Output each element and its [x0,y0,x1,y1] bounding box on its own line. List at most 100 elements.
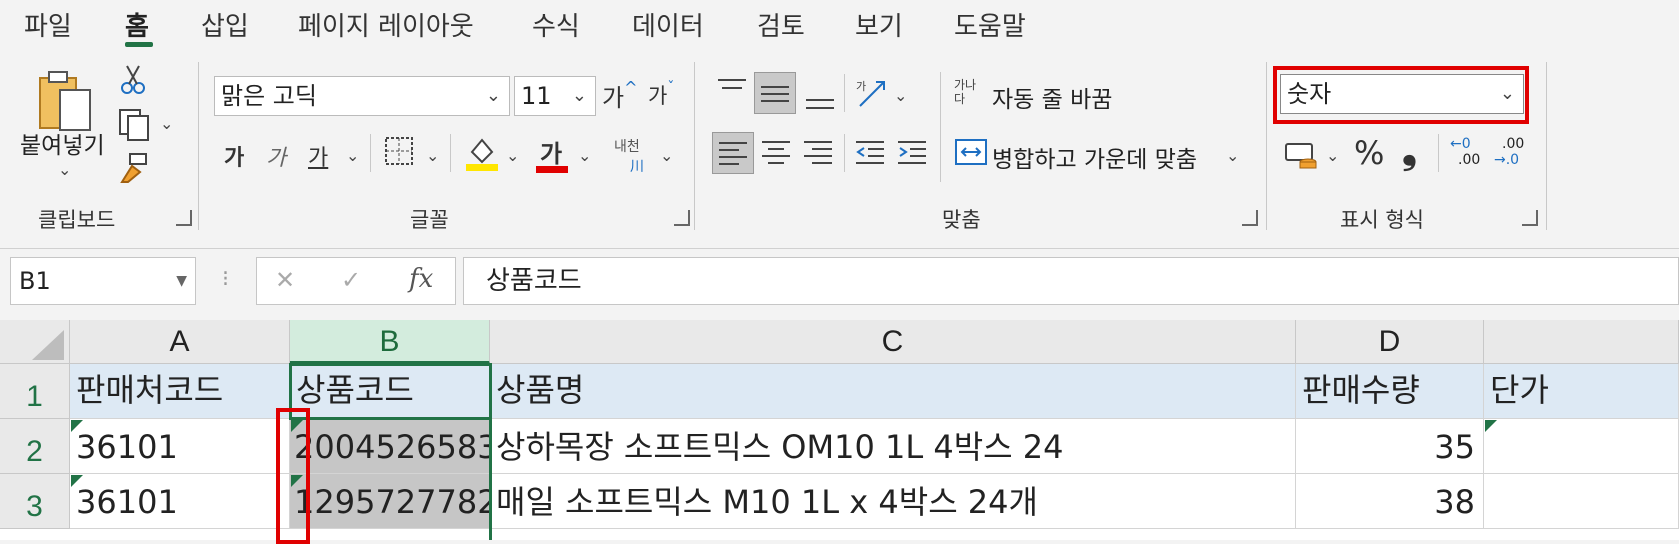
cell-b2[interactable]: 2004526583 [290,419,490,474]
column-header-e[interactable] [1484,320,1679,364]
worksheet-grid: A B C D 1 판매처코드 상품코드 상품명 판매수량 단가 2 36101… [0,320,1679,544]
cell-c3[interactable]: 매일 소프트믹스 M10 1L x 4박스 24개 [490,474,1296,529]
group-separator [198,62,199,230]
font-color-swatch [536,166,568,173]
borders-icon[interactable] [384,136,416,168]
wrap-text-button[interactable]: 자동 줄 바꿈 [992,80,1112,114]
error-indicator-icon[interactable] [71,475,83,487]
tab-page-layout[interactable]: 페이지 레이아웃 [298,6,474,43]
phonetic-dropdown-chevron[interactable]: ⌄ [660,146,673,165]
row-header-3[interactable]: 3 [0,474,70,529]
copy-dropdown-chevron[interactable]: ⌄ [160,114,173,133]
select-all-triangle-icon [32,330,64,360]
align-top-icon[interactable] [716,76,748,106]
increase-indent-icon[interactable] [896,136,928,170]
copy-icon[interactable] [118,108,152,142]
cancel-icon[interactable]: ✕ [275,266,295,294]
cell-e1[interactable]: 단가 [1484,364,1679,419]
borders-dropdown-chevron[interactable]: ⌄ [426,146,439,165]
font-launcher-icon[interactable] [674,210,690,226]
tab-formulas[interactable]: 수식 [532,6,580,43]
name-box[interactable]: B1 ▼ [10,257,196,305]
enter-icon[interactable]: ✓ [341,266,361,294]
font-color-button[interactable]: 가 [540,134,562,169]
merge-center-icon[interactable] [954,136,988,168]
tab-file[interactable]: 파일 [24,6,72,43]
accounting-format-icon[interactable] [1284,138,1320,172]
column-header-b[interactable]: B [290,320,490,364]
orientation-dropdown-chevron[interactable]: ⌄ [894,86,907,105]
font-size-value: 11 [521,82,552,110]
phonetic-guide-button[interactable]: 내천 川 [614,136,654,175]
cut-icon[interactable] [118,64,148,96]
chevron-down-icon: ⌄ [571,85,587,106]
divider [844,134,845,172]
merge-center-button[interactable]: 병합하고 가운데 맞춤 [992,140,1197,174]
tab-home[interactable]: 홈 [125,6,149,43]
paste-label: 붙여넣기 [20,133,105,159]
column-header-c[interactable]: C [490,320,1296,364]
cell-e2[interactable] [1484,419,1679,474]
font-name-value: 맑은 고딕 [221,82,317,110]
paste-dropdown-chevron[interactable]: ⌄ [58,160,71,179]
row-header-1[interactable]: 1 [0,364,70,419]
tab-help[interactable]: 도움말 [954,6,1026,43]
align-left-button[interactable] [712,132,754,174]
comma-style-button[interactable]: ❟ [1402,128,1417,173]
wrap-icon-bottom: 다 [954,92,966,106]
select-all-button[interactable] [0,320,70,364]
italic-button[interactable]: 가 [266,140,286,172]
cell-a3[interactable]: 36101 [70,474,290,529]
clipboard-launcher-icon[interactable] [176,210,192,226]
divider [450,134,451,172]
underline-dropdown-chevron[interactable]: ⌄ [346,146,359,165]
align-center-icon[interactable] [760,136,792,170]
row-header-2[interactable]: 2 [0,419,70,474]
align-middle-button[interactable] [754,72,796,114]
merge-dropdown-chevron[interactable]: ⌄ [1226,146,1239,165]
column-header-d[interactable]: D [1296,320,1484,364]
cell-e3[interactable] [1484,474,1679,529]
insert-function-icon[interactable]: fx [409,264,433,294]
font-name-combo[interactable]: 맑은 고딕 ⌄ [214,76,510,116]
tab-data[interactable]: 데이터 [632,6,704,43]
tab-review[interactable]: 검토 [757,6,805,43]
increase-decimal-button[interactable]: ←0 .00 [1450,136,1486,170]
bold-button[interactable]: 가 [224,140,244,172]
decrease-decimal-button[interactable]: .00 →.0 [1494,136,1534,170]
format-painter-icon[interactable] [118,152,152,184]
formula-input[interactable]: 상품코드 [463,257,1679,305]
accounting-dropdown-chevron[interactable]: ⌄ [1326,146,1339,165]
selection-edge [489,418,492,540]
cell-a1[interactable]: 판매처코드 [70,364,290,419]
fill-color-icon[interactable] [464,134,500,172]
cell-b3[interactable]: 1295727782 [290,474,490,529]
error-indicator-icon[interactable] [71,420,83,432]
underline-button[interactable]: 가 [308,140,328,172]
cell-d3[interactable]: 38 [1296,474,1484,529]
orientation-icon[interactable]: 가 [854,76,890,112]
cell-d2[interactable]: 35 [1296,419,1484,474]
font-color-dropdown-chevron[interactable]: ⌄ [578,146,591,165]
decrease-indent-icon[interactable] [854,136,886,170]
grow-font-button[interactable]: 가^ [602,78,638,113]
shrink-font-button[interactable]: 가ˇ [648,80,674,110]
column-header-a[interactable]: A [70,320,290,364]
cell-c2[interactable]: 상하목장 소프트믹스 OM10 1L 4박스 24 [490,419,1296,474]
tab-view[interactable]: 보기 [855,6,903,43]
align-bottom-icon[interactable] [804,78,836,112]
fill-color-dropdown-chevron[interactable]: ⌄ [506,146,519,165]
tab-insert[interactable]: 삽입 [201,6,249,43]
name-box-value: B1 [19,267,51,295]
percent-style-button[interactable]: % [1354,134,1384,172]
cell-c1[interactable]: 상품명 [490,364,1296,419]
align-right-icon[interactable] [802,136,834,170]
wrap-text-icon[interactable]: 가나 다 [954,78,990,112]
cell-d1[interactable]: 판매수량 [1296,364,1484,419]
cell-a2[interactable]: 36101 [70,419,290,474]
alignment-launcher-icon[interactable] [1242,210,1258,226]
font-size-combo[interactable]: 11 ⌄ [514,76,596,116]
error-indicator-icon[interactable] [1485,420,1497,432]
number-launcher-icon[interactable] [1522,210,1538,226]
font-color-glyph: 가 [540,140,563,168]
